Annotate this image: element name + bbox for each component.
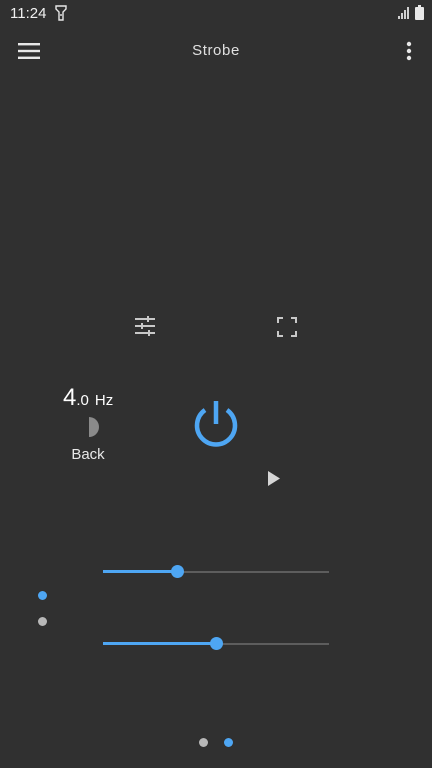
slider-indicator-dot[interactable]: [38, 591, 47, 600]
status-bar: 11:24: [0, 0, 432, 26]
frequency-decimal: .0: [76, 392, 89, 409]
back-label[interactable]: Back: [58, 446, 118, 463]
frequency-readout: 4.0 Hz: [63, 384, 113, 412]
slider-2[interactable]: [103, 634, 329, 654]
page-indicator-dot[interactable]: [224, 738, 233, 747]
settings-sliders-icon[interactable]: [134, 316, 156, 336]
frequency-integer: 4: [63, 384, 77, 411]
signal-icon: [398, 7, 409, 19]
slider-fill: [103, 570, 178, 573]
play-icon[interactable]: [266, 470, 282, 487]
app-bar: Strobe: [0, 26, 432, 76]
half-moon-icon[interactable]: [86, 416, 100, 438]
slider-thumb[interactable]: [171, 565, 185, 578]
battery-icon: [415, 5, 424, 20]
frequency-unit: Hz: [94, 392, 114, 409]
status-time: 11:24: [10, 5, 47, 22]
page-indicator-dot[interactable]: [199, 738, 208, 747]
slider-thumb[interactable]: [209, 637, 223, 650]
app-title: Strobe: [192, 42, 240, 59]
overflow-menu-icon[interactable]: [403, 41, 415, 61]
slider-1[interactable]: [103, 562, 329, 582]
fullscreen-icon[interactable]: [277, 317, 297, 337]
slider-indicator-dot[interactable]: [38, 617, 47, 626]
slider-fill: [103, 642, 216, 645]
power-icon[interactable]: [190, 398, 242, 450]
flashlight-icon: [55, 5, 67, 21]
